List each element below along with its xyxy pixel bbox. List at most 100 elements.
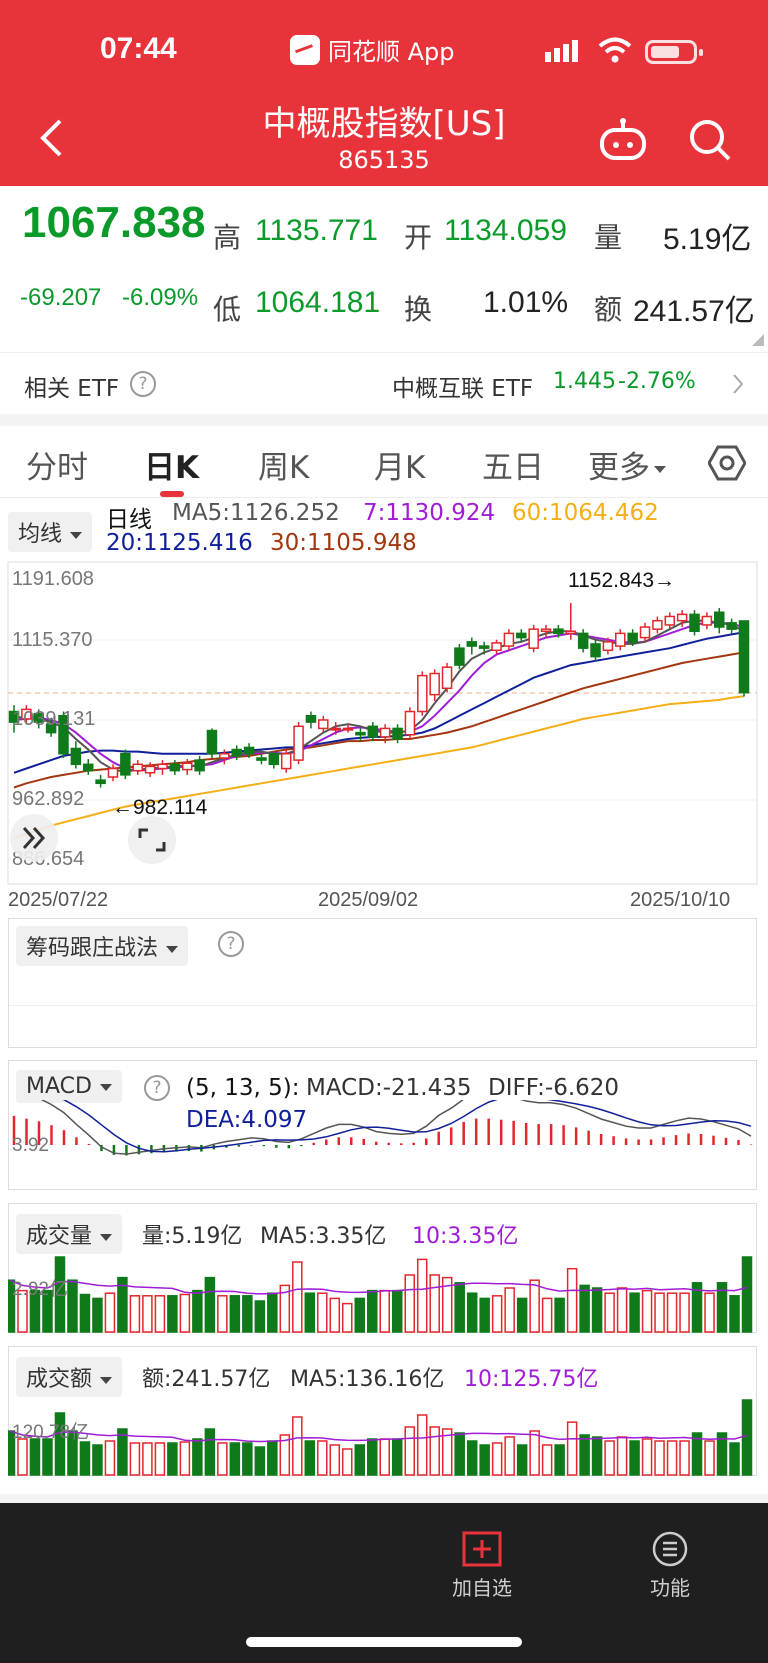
macd-value: MACD:-21.435 xyxy=(306,1075,472,1101)
help-icon[interactable]: ? xyxy=(130,371,156,397)
volume-bar xyxy=(616,1287,628,1333)
volume-bar xyxy=(79,1293,91,1333)
amount-dropdown[interactable]: 成交额 xyxy=(16,1357,123,1397)
candle-body xyxy=(355,731,366,736)
candle-body xyxy=(503,632,515,647)
volume-bar xyxy=(204,1276,216,1333)
amount-bar xyxy=(641,1438,653,1476)
amount-bar xyxy=(329,1444,341,1476)
quote-panel: 1067.838 -69.207 -6.09% 高 1135.771 开 113… xyxy=(0,186,768,352)
amount-bar xyxy=(454,1432,465,1476)
amount-bar xyxy=(404,1426,415,1476)
fullscreen-button[interactable] xyxy=(128,816,176,864)
dropdown-arrow-icon xyxy=(654,466,666,473)
volume-bar xyxy=(142,1295,153,1333)
volume-bar xyxy=(192,1289,203,1333)
candle-body xyxy=(132,763,143,772)
amount-bar xyxy=(654,1440,665,1476)
turnover-label: 换 xyxy=(404,294,433,325)
candle-body xyxy=(268,753,280,766)
gridline xyxy=(9,1005,758,1006)
add-icon xyxy=(462,1531,502,1567)
amount-bar xyxy=(529,1430,540,1476)
amount-bar xyxy=(391,1438,403,1476)
ma-indicator-dropdown[interactable]: 均线 xyxy=(8,512,93,552)
volume-bar xyxy=(167,1295,178,1333)
amount-bar xyxy=(242,1442,253,1476)
search-icon[interactable] xyxy=(688,118,732,162)
volume-bar xyxy=(504,1287,515,1333)
volume-bar xyxy=(379,1289,390,1333)
candle-body xyxy=(528,628,539,649)
volume-value: 量:5.19亿 xyxy=(142,1224,243,1249)
tab-more[interactable]: 更多 xyxy=(588,442,666,487)
tab-weekly-k[interactable]: 周K xyxy=(258,442,309,487)
volume-label: 量 xyxy=(594,222,623,253)
expand-corner-icon[interactable] xyxy=(752,334,764,346)
candle-body xyxy=(553,628,564,635)
volume-bar xyxy=(666,1292,678,1333)
settings-hexagon-icon[interactable] xyxy=(708,444,746,482)
volume-bar xyxy=(367,1289,378,1333)
menu-circle-icon xyxy=(652,1531,688,1567)
amount-bar xyxy=(29,1438,41,1476)
tab-monthly-k[interactable]: 月K xyxy=(374,442,425,487)
candle-body xyxy=(639,626,651,639)
macd-chart: 3.92 xyxy=(12,1100,753,1156)
candle-body xyxy=(726,622,737,630)
candle-body xyxy=(516,632,527,639)
amount-axis-label: 120.78亿 xyxy=(12,1421,89,1443)
volume-bar xyxy=(554,1297,565,1333)
volume-ma10: 10:3.35亿 xyxy=(412,1224,519,1249)
volume-bar xyxy=(529,1279,540,1333)
candle-body xyxy=(689,613,700,633)
macd-dropdown[interactable]: MACD xyxy=(16,1070,122,1103)
active-tab-indicator xyxy=(160,491,184,497)
status-app-name: 同花顺 App xyxy=(290,32,455,67)
amount-bar xyxy=(741,1399,753,1476)
ma5-line xyxy=(13,619,745,773)
help-icon[interactable]: ? xyxy=(218,931,244,957)
related-etf-row[interactable]: 相关 ETF ? 中概互联 ETF 1.445 -2.76% xyxy=(0,352,768,414)
amount-bar xyxy=(92,1444,103,1476)
volume-bar xyxy=(329,1297,341,1333)
status-time: 07:44 xyxy=(100,32,177,65)
macd-params: (5, 13, 5): xyxy=(186,1075,300,1101)
volume-bar xyxy=(129,1295,141,1333)
volume-dropdown[interactable]: 成交量 xyxy=(16,1214,123,1254)
amount-bar xyxy=(679,1440,690,1476)
scroll-left-button[interactable] xyxy=(10,814,58,862)
price-change-pct: -6.09% xyxy=(122,284,199,311)
amount-bar xyxy=(516,1444,528,1476)
robot-assistant-icon[interactable] xyxy=(598,118,648,162)
volume-bar xyxy=(429,1274,440,1333)
volume-bar xyxy=(391,1289,403,1333)
etf-price: 1.445 xyxy=(553,369,616,394)
ma7-legend: 7:1130.924 xyxy=(363,500,496,526)
candle-body xyxy=(206,729,218,755)
tab-daily-k[interactable]: 日K xyxy=(144,442,199,487)
volume-chip-label: 成交量 xyxy=(26,1224,93,1249)
candle-body xyxy=(392,727,403,740)
chips-strategy-dropdown[interactable]: 筹码跟庄战法 xyxy=(16,926,189,966)
volume-bar xyxy=(354,1297,366,1333)
tab-five-day[interactable]: 五日 xyxy=(482,442,544,487)
amount-bar xyxy=(579,1434,590,1476)
volume-chart: 2.92亿 xyxy=(8,1256,753,1333)
functions-button[interactable]: 功能 xyxy=(634,1531,706,1601)
amount-bar xyxy=(254,1446,266,1476)
y-tick-label: 1039.131 xyxy=(12,708,95,730)
candle-body xyxy=(577,632,589,649)
help-icon[interactable]: ? xyxy=(144,1075,170,1101)
volume-bar xyxy=(104,1292,116,1333)
macd-chip-label: MACD xyxy=(26,1074,92,1099)
add-watchlist-button[interactable]: 加自选 xyxy=(446,1531,518,1601)
battery-icon xyxy=(645,40,703,64)
amount-bar xyxy=(317,1440,328,1476)
candlestick-chart[interactable]: 1191.608 1115.370 1039.131 962.892 886.6… xyxy=(0,560,768,910)
candle-body xyxy=(590,643,601,658)
tab-intraday[interactable]: 分时 xyxy=(26,442,88,487)
y-tick-label: 1191.608 xyxy=(12,568,94,590)
cellular-signal-icon xyxy=(545,40,578,62)
amount-value: 额:241.57亿 xyxy=(142,1367,271,1392)
